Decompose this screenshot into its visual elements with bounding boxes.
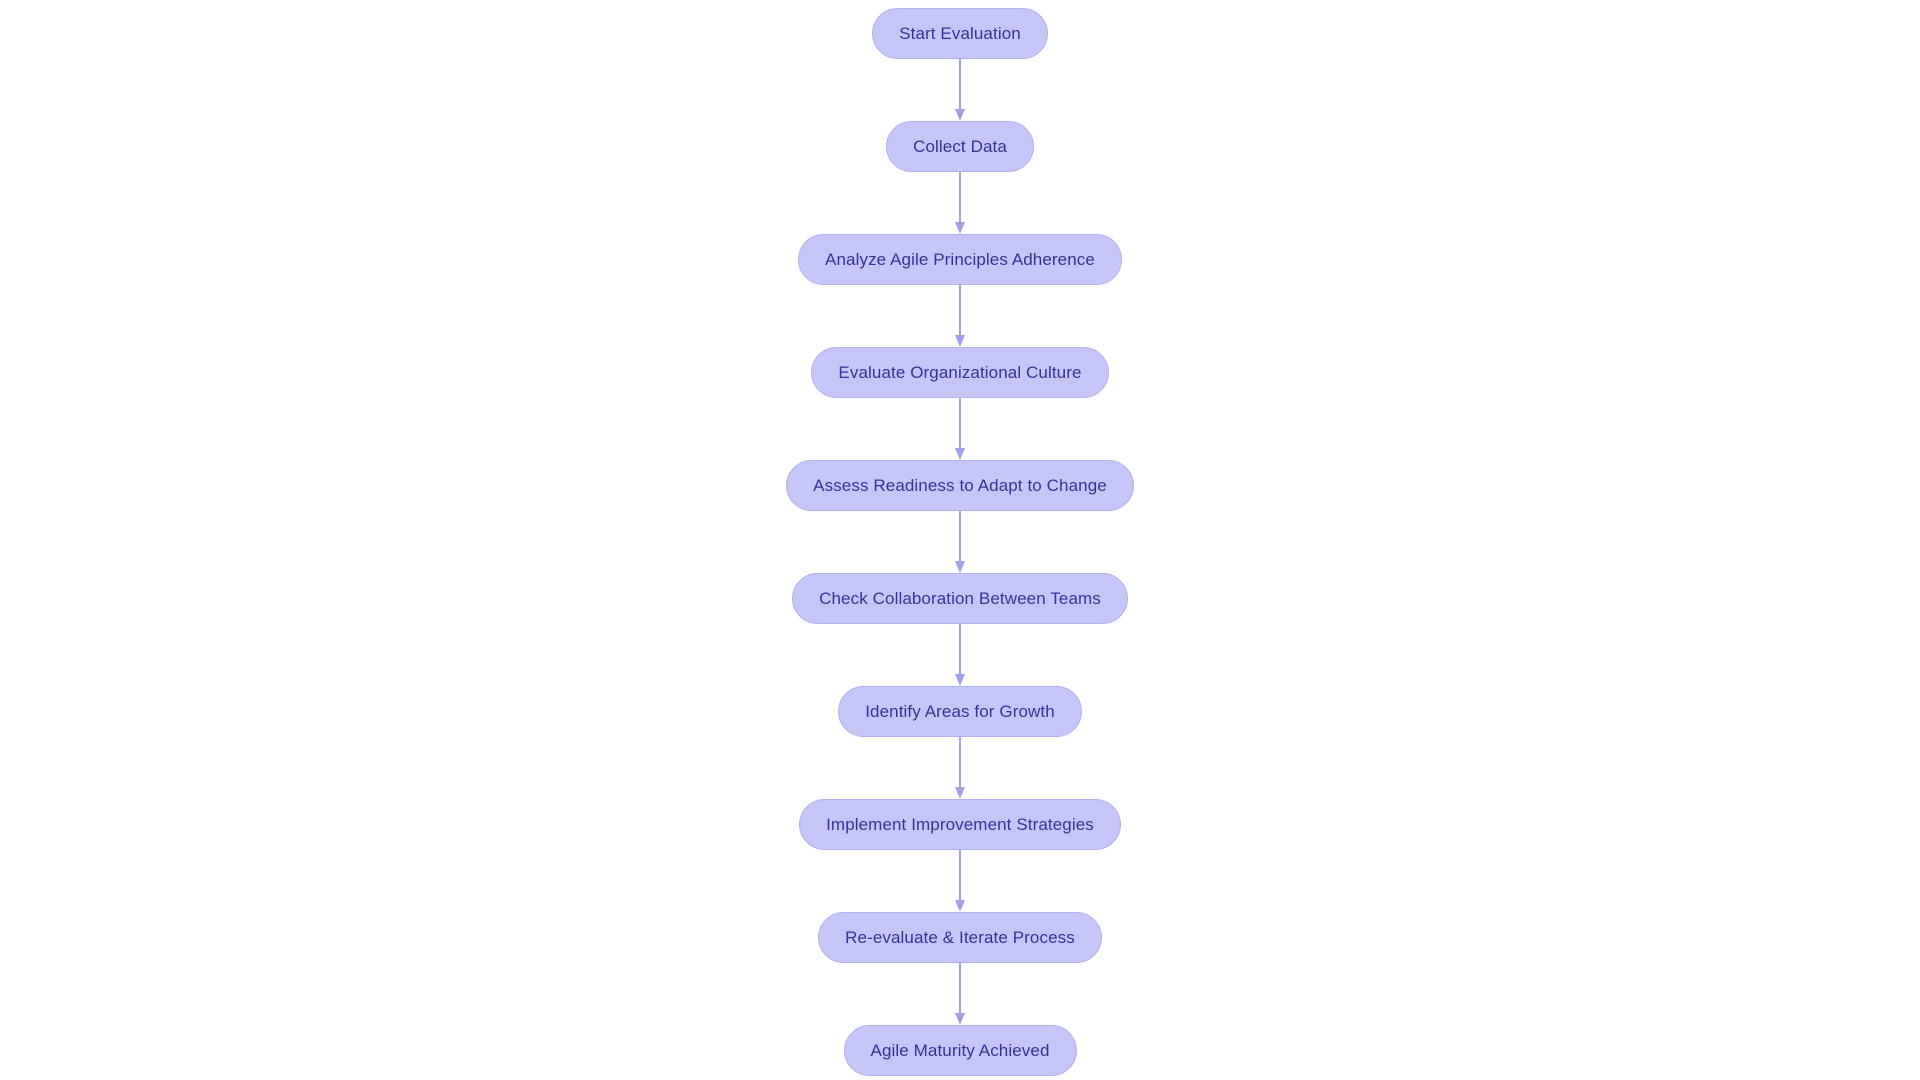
node-label: Assess Readiness to Adapt to Change [813, 476, 1107, 495]
node-check-collaboration[interactable]: Check Collaboration Between Teams [792, 573, 1128, 624]
flow-step: Re-evaluate & Iterate Process [818, 912, 1102, 1025]
flow-step: Implement Improvement Strategies [799, 799, 1121, 912]
node-label: Implement Improvement Strategies [826, 815, 1094, 834]
node-label: Analyze Agile Principles Adherence [825, 250, 1095, 269]
node-evaluate-organizational-culture[interactable]: Evaluate Organizational Culture [811, 347, 1109, 398]
node-label: Check Collaboration Between Teams [819, 589, 1101, 608]
node-collect-data[interactable]: Collect Data [886, 121, 1034, 172]
arrow-connector [953, 963, 967, 1025]
arrow-connector [953, 398, 967, 460]
flow-step: Analyze Agile Principles Adherence [798, 234, 1122, 347]
arrow-connector [953, 624, 967, 686]
node-identify-areas-for-growth[interactable]: Identify Areas for Growth [838, 686, 1082, 737]
node-analyze-agile-principles[interactable]: Analyze Agile Principles Adherence [798, 234, 1122, 285]
flow-step: Identify Areas for Growth [838, 686, 1082, 799]
flow-step: Agile Maturity Achieved [843, 1025, 1077, 1076]
flow-step: Start Evaluation [872, 8, 1048, 121]
node-label: Start Evaluation [899, 24, 1021, 43]
node-implement-improvement[interactable]: Implement Improvement Strategies [799, 799, 1121, 850]
arrow-connector [953, 737, 967, 799]
flow-step: Assess Readiness to Adapt to Change [786, 460, 1134, 573]
node-agile-maturity-achieved[interactable]: Agile Maturity Achieved [843, 1025, 1077, 1076]
arrow-connector [953, 172, 967, 234]
flowchart-node-stack: Start Evaluation Collect Data Analyze Agil… [0, 0, 1920, 1080]
flow-step: Evaluate Organizational Culture [811, 347, 1109, 460]
arrow-connector [953, 285, 967, 347]
node-label: Collect Data [913, 137, 1007, 156]
arrow-connector [953, 850, 967, 912]
arrow-connector [953, 59, 967, 121]
node-label: Identify Areas for Growth [865, 702, 1055, 721]
node-label: Agile Maturity Achieved [870, 1041, 1050, 1060]
flowchart-canvas: Start Evaluation Collect Data Analyze Agil… [0, 0, 1920, 1080]
flow-step: Collect Data [886, 121, 1034, 234]
node-label: Re-evaluate & Iterate Process [845, 928, 1075, 947]
node-re-evaluate-iterate[interactable]: Re-evaluate & Iterate Process [818, 912, 1102, 963]
node-assess-readiness-to-adapt[interactable]: Assess Readiness to Adapt to Change [786, 460, 1134, 511]
arrow-connector [953, 511, 967, 573]
flow-step: Check Collaboration Between Teams [792, 573, 1128, 686]
node-start-evaluation[interactable]: Start Evaluation [872, 8, 1048, 59]
node-label: Evaluate Organizational Culture [838, 363, 1082, 382]
